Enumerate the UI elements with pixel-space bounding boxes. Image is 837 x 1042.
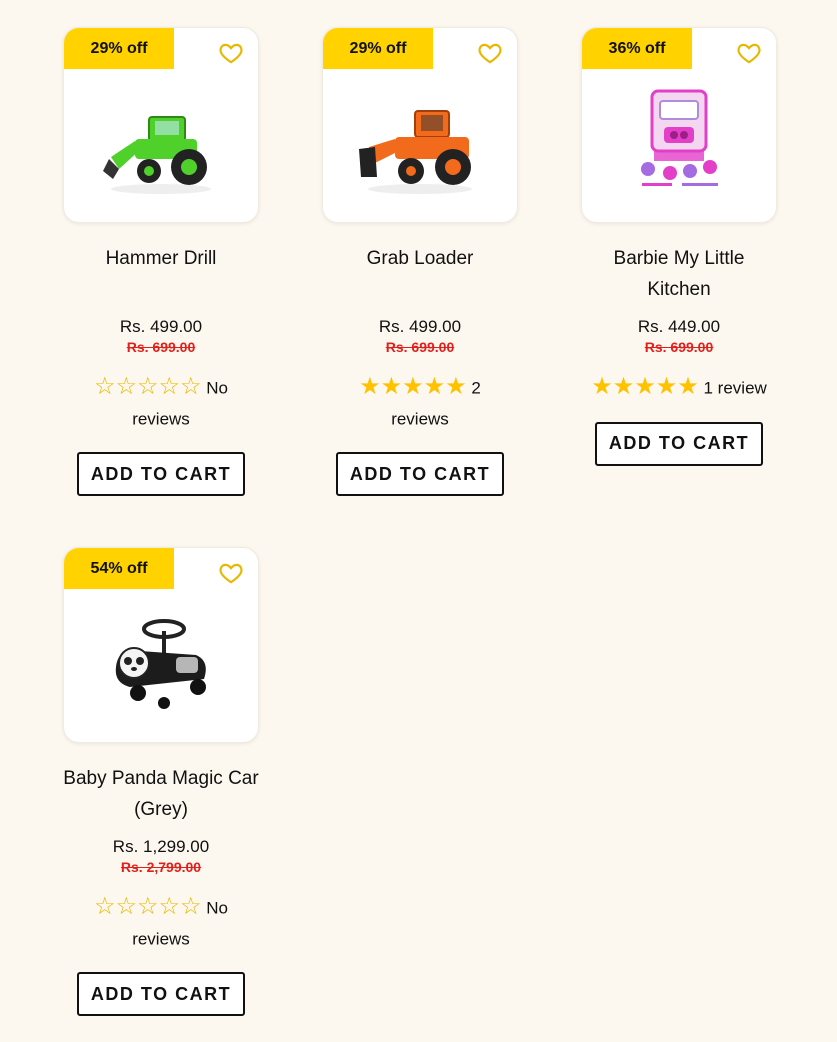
product-card[interactable]: 36% off Barbie My Little Kitchen Rs. 449… bbox=[581, 27, 777, 466]
review-count[interactable]: 1 review bbox=[704, 379, 767, 398]
original-price: Rs. 699.00 bbox=[644, 339, 714, 355]
discount-badge: 54% off bbox=[64, 548, 174, 589]
rating: ★★★★★ 2 reviews bbox=[322, 373, 518, 434]
star-rating-icon: ☆☆☆☆☆ bbox=[93, 372, 202, 400]
product-image-box[interactable]: 36% off bbox=[581, 27, 777, 223]
add-to-cart-button[interactable]: ADD TO CART bbox=[595, 421, 763, 466]
product-title[interactable]: Baby Panda Magic Car (Grey) bbox=[63, 763, 259, 825]
product-image-box[interactable]: 29% off bbox=[322, 27, 518, 223]
original-price: Rs. 2,799.00 bbox=[120, 859, 202, 875]
discount-badge: 29% off bbox=[323, 28, 433, 69]
product-card[interactable]: 29% off Grab Loader Rs. 499.00 Rs. 699.0… bbox=[322, 27, 518, 497]
sale-price: Rs. 1,299.00 bbox=[112, 837, 210, 856]
product-image-box[interactable]: 29% off bbox=[63, 27, 259, 223]
product-card[interactable]: 54% off Baby Panda Magic Car (Grey) Rs. … bbox=[63, 547, 259, 1017]
product-card[interactable]: 29% off Hammer Drill Rs. 499.00 Rs. 699.… bbox=[63, 27, 259, 497]
rating: ☆☆☆☆☆ No reviews bbox=[63, 893, 259, 954]
wishlist-heart-icon[interactable] bbox=[218, 40, 244, 66]
sale-price: Rs. 499.00 bbox=[119, 317, 203, 336]
star-rating-icon: ★★★★★ bbox=[591, 372, 699, 400]
loader-product-image[interactable] bbox=[323, 72, 517, 222]
star-rating-icon: ☆☆☆☆☆ bbox=[93, 892, 202, 920]
kitchen-product-image[interactable] bbox=[582, 72, 776, 222]
rating: ☆☆☆☆☆ No reviews bbox=[63, 373, 259, 434]
product-title[interactable]: Hammer Drill bbox=[63, 243, 259, 305]
original-price: Rs. 699.00 bbox=[126, 339, 196, 355]
product-image-box[interactable]: 54% off bbox=[63, 547, 259, 743]
product-title[interactable]: Grab Loader bbox=[322, 243, 518, 305]
wishlist-heart-icon[interactable] bbox=[218, 560, 244, 586]
star-rating-icon: ★★★★★ bbox=[359, 372, 467, 400]
wishlist-heart-icon[interactable] bbox=[477, 40, 503, 66]
add-to-cart-button[interactable]: ADD TO CART bbox=[77, 972, 245, 1017]
tractor-product-image[interactable] bbox=[64, 72, 258, 222]
panda-car-product-image[interactable] bbox=[64, 592, 258, 742]
add-to-cart-button[interactable]: ADD TO CART bbox=[77, 452, 245, 497]
rating: ★★★★★ 1 review bbox=[581, 373, 777, 404]
discount-badge: 36% off bbox=[582, 28, 692, 69]
sale-price: Rs. 499.00 bbox=[378, 317, 462, 336]
add-to-cart-button[interactable]: ADD TO CART bbox=[336, 452, 504, 497]
product-title[interactable]: Barbie My Little Kitchen bbox=[581, 243, 777, 305]
wishlist-heart-icon[interactable] bbox=[736, 40, 762, 66]
sale-price: Rs. 449.00 bbox=[637, 317, 721, 336]
discount-badge: 29% off bbox=[64, 28, 174, 69]
original-price: Rs. 699.00 bbox=[385, 339, 455, 355]
